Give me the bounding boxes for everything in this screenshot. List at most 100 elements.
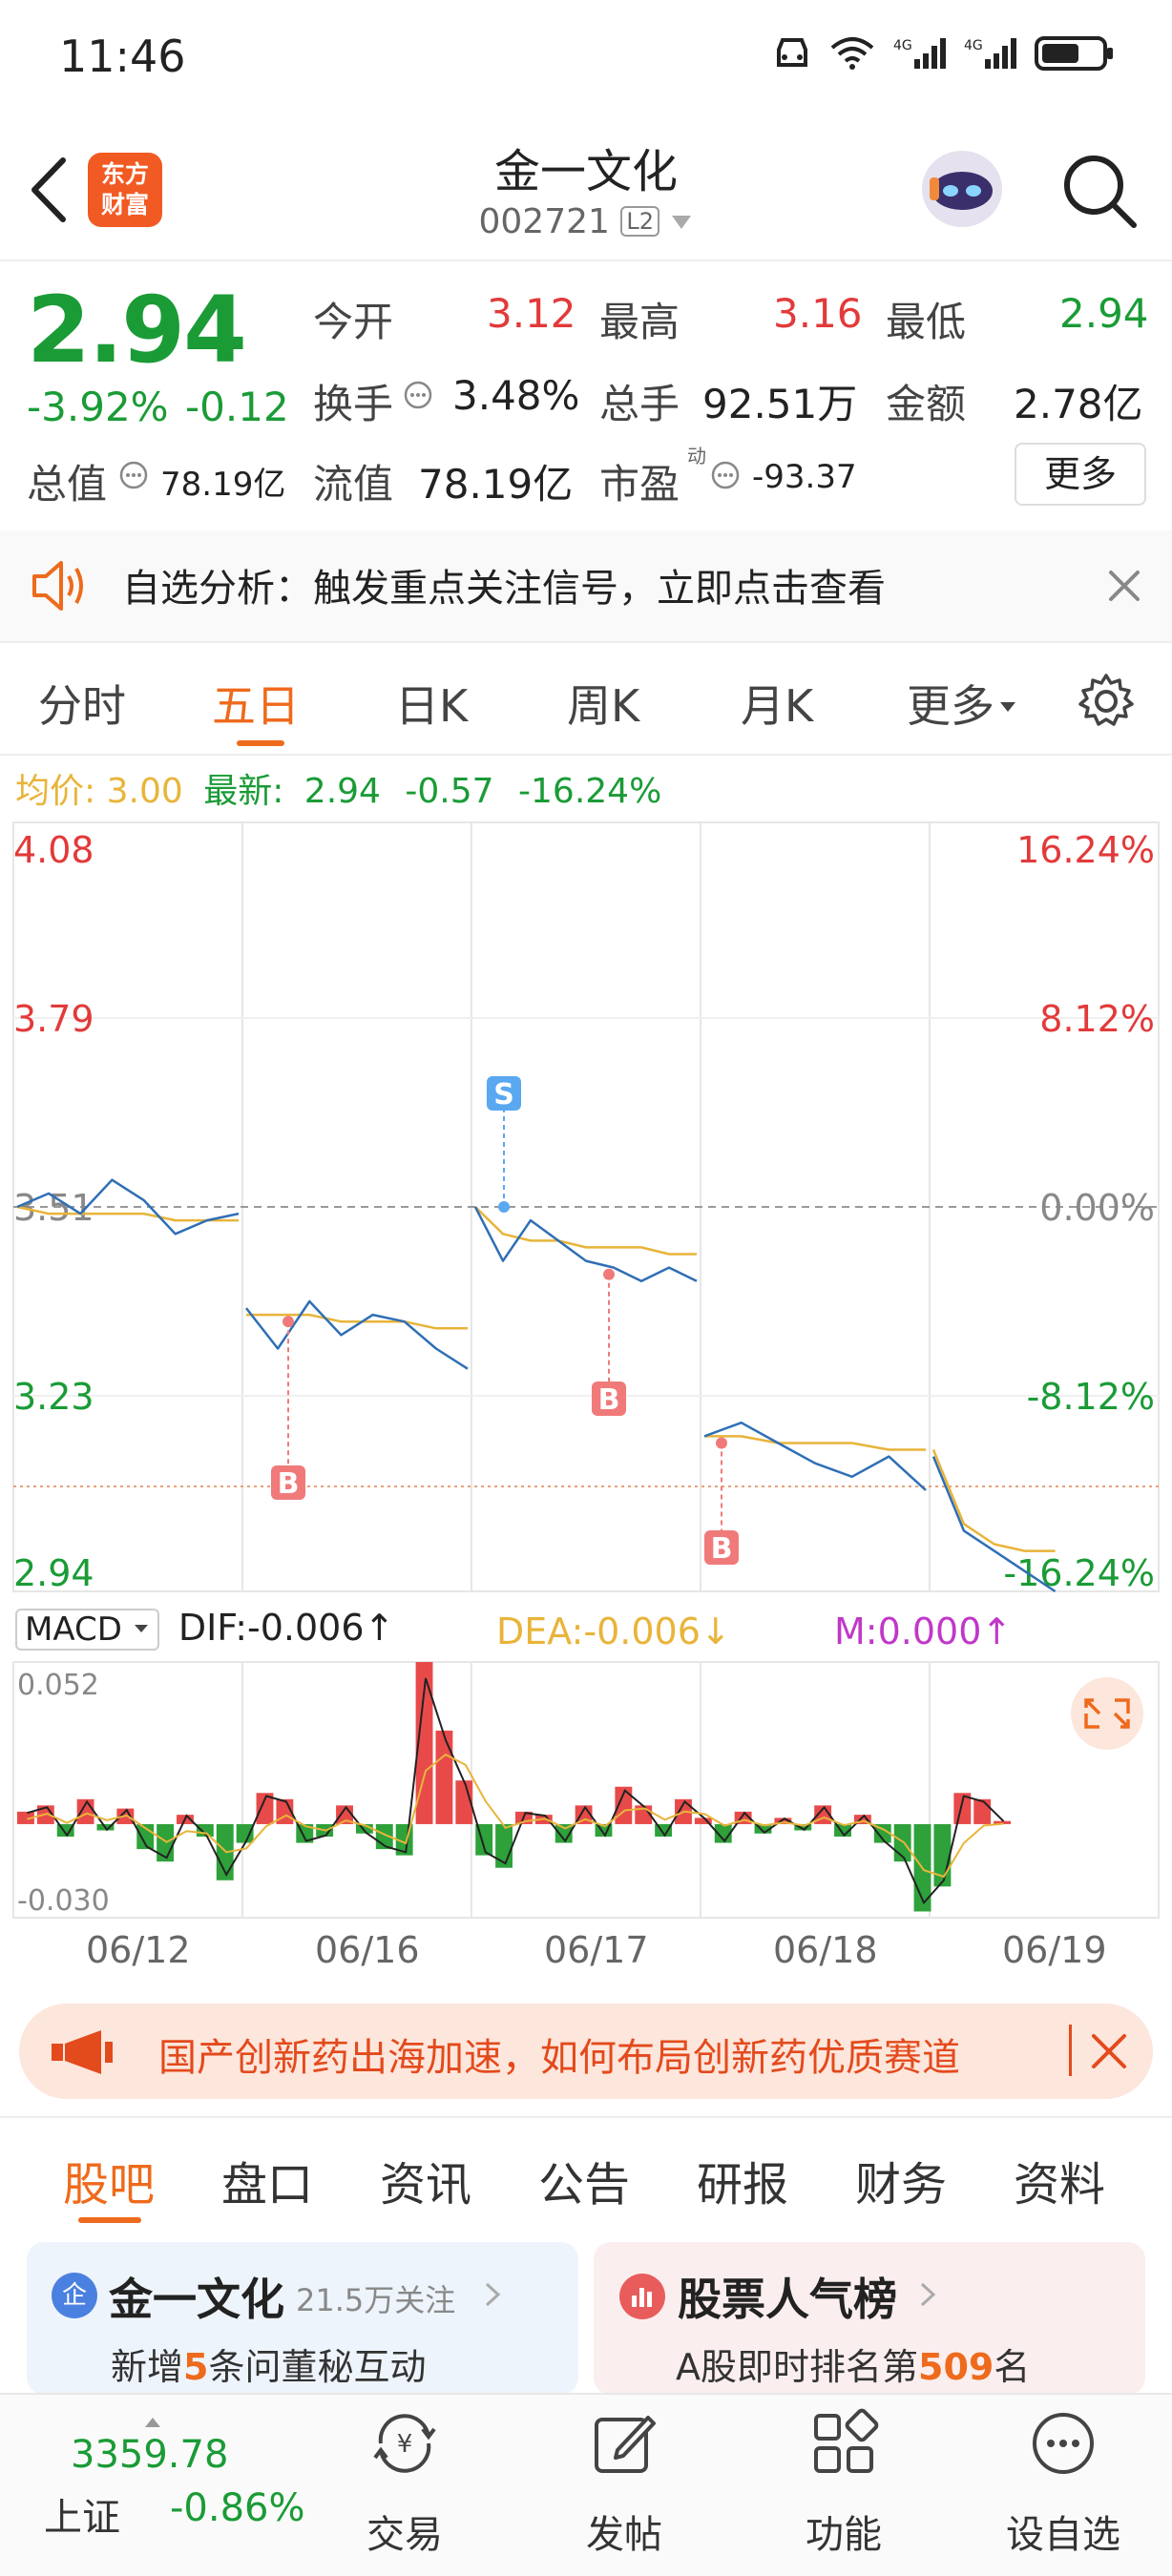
nav-label: 功能 (806, 2513, 882, 2557)
macd-chart[interactable]: 0.052 -0.030 (0, 1658, 1172, 1925)
macd-min-label: -0.030 (17, 1884, 110, 1918)
active-tab-indicator (237, 740, 284, 746)
nav-label: 发帖 (586, 2513, 662, 2557)
buy-marker-label: B (598, 1383, 620, 1417)
chevron-right-icon (920, 2282, 936, 2307)
level2-badge: L2 (620, 206, 660, 237)
nav-post[interactable]: 发帖 (548, 2408, 701, 2557)
banner-text: 国产创新药出海加速，如何布局创新药优质赛道 (158, 2036, 960, 2080)
latest-change: -0.57 (405, 772, 494, 811)
ranking-icon (619, 2274, 665, 2319)
macd-bar (435, 1730, 453, 1824)
popularity-card[interactable]: 股票人气榜 A股即时排名第509名 (594, 2242, 1145, 2395)
x-label: 06/19 (1002, 1929, 1107, 1971)
robot-assistant-icon[interactable] (916, 139, 1008, 235)
card-subtitle: A股即时排名第509名 (676, 2337, 1030, 2390)
settings-gear-icon[interactable] (1077, 672, 1136, 731)
speaker-icon (32, 561, 83, 611)
tab-monthly-k[interactable]: 月K (741, 672, 813, 735)
more-quote-button[interactable]: 更多 (1015, 443, 1146, 506)
macd-dif-line (27, 1677, 1005, 1905)
latest-value: 2.94 (303, 772, 381, 811)
volume-label: 总手 (599, 381, 680, 427)
tab-intraday[interactable]: 分时 (38, 672, 126, 735)
info-icon[interactable] (403, 380, 433, 410)
tab-profile[interactable]: 资料 (1014, 2147, 1105, 2213)
promo-banner[interactable]: 国产创新药出海加速，如何布局创新药优质赛道 (19, 2004, 1153, 2099)
pe-info-icon[interactable] (710, 460, 741, 490)
caret-down-icon (1000, 702, 1015, 712)
nav-functions[interactable]: 功能 (767, 2408, 920, 2557)
status-bar: 11:46 4G 4G (0, 0, 1172, 114)
tab-research[interactable]: 研报 (697, 2147, 788, 2213)
analysis-notice[interactable]: 自选分析：触发重点关注信号，立即点击查看 (0, 530, 1172, 641)
macd-selector[interactable]: MACD (15, 1609, 159, 1651)
pe-label: 市盈 (599, 461, 680, 508)
mktcap-info-icon[interactable] (118, 460, 149, 490)
macd-bar (973, 1798, 992, 1824)
turnover-label: 换手 (313, 381, 394, 427)
card-sub-pre: A股即时排名第 (676, 2346, 918, 2388)
svg-text:¥: ¥ (397, 2430, 413, 2459)
y-tick-label: 4.08 (13, 829, 94, 871)
index-ticker[interactable]: 3359.78 上证 -0.86% (38, 2395, 324, 2576)
sell-marker-label: S (493, 1078, 514, 1111)
avg-label: 均价: (15, 772, 96, 811)
index-name: 上证 (44, 2496, 120, 2540)
y-pct-tick-label: 0.00% (1039, 1187, 1155, 1229)
search-icon[interactable] (1059, 151, 1140, 231)
grid-functions-icon (814, 2408, 879, 2473)
tab-weekly-k[interactable]: 周K (567, 672, 639, 735)
wifi-icon (830, 37, 874, 70)
close-icon[interactable] (1090, 2032, 1128, 2070)
tab-daily-k[interactable]: 日K (395, 672, 468, 735)
macd-m: M:0.000↑ (834, 1610, 1013, 1652)
svg-text:4G: 4G (964, 38, 983, 53)
close-icon[interactable] (1107, 569, 1141, 603)
more-dots-icon (1033, 2413, 1094, 2474)
card-sub-post: 名 (994, 2346, 1031, 2388)
tab-finance[interactable]: 财务 (855, 2147, 947, 2213)
signal-4g-icon-2: 4G (964, 38, 1016, 69)
tab-announcements[interactable]: 公告 (538, 2147, 630, 2213)
card-sub-num: 5 (183, 2346, 209, 2388)
tab-more[interactable]: 更多 (907, 672, 1017, 735)
card-subtitle: 新增5条问董秘互动 (111, 2337, 426, 2390)
avg-value: 3.00 (106, 772, 183, 811)
nav-trade[interactable]: ¥ 交易 (328, 2408, 481, 2557)
buy-marker-label: B (278, 1467, 300, 1501)
expand-icon[interactable] (1071, 1677, 1143, 1750)
high-label: 最高 (599, 299, 680, 345)
card-sub-num: 509 (918, 2346, 994, 2388)
avg-price-line (474, 1206, 697, 1256)
signal-4g-icon: 4G (893, 38, 946, 69)
app-root: 11:46 4G 4G 东方 财富 金一文化 002721 L2 2.94 -3… (0, 0, 1172, 2576)
y-pct-tick-label: -8.12% (1027, 1376, 1155, 1418)
buy-marker-dot (283, 1316, 294, 1328)
buy-marker-dot (603, 1268, 615, 1280)
battery-icon (1035, 36, 1113, 71)
header-divider (0, 260, 1172, 261)
caret-up-icon (145, 2418, 160, 2427)
chevron-right-icon (485, 2282, 501, 2307)
macd-frame (12, 1661, 1160, 1919)
x-label: 06/17 (544, 1929, 649, 1971)
tab-five-day[interactable]: 五日 (212, 672, 300, 735)
amount-value: 2.78亿 (1014, 381, 1143, 427)
info-tabs: 股吧 盘口 资讯 公告 研报 财务 资料 (0, 2137, 1172, 2233)
sell-marker-dot (498, 1201, 510, 1213)
stock-forum-card[interactable]: 企 金一文化 21.5万关注 新增5条问董秘互动 (27, 2242, 578, 2395)
five-day-price-chart[interactable]: 4.08 16.24%3.79 8.12%3.51 0.00%3.23 -8.12%2.… (0, 819, 1172, 1601)
low-value: 2.94 (1059, 290, 1149, 337)
tab-pankou[interactable]: 盘口 (221, 2147, 313, 2213)
current-price: 2.94 (27, 277, 247, 384)
tab-guba[interactable]: 股吧 (63, 2147, 155, 2213)
tab-news[interactable]: 资讯 (380, 2147, 471, 2213)
price-line (703, 1421, 927, 1491)
followers-count: 21.5万关注 (296, 2282, 456, 2318)
pe-value: -93.37 (752, 458, 857, 496)
card-title: 股票人气榜 (678, 2274, 897, 2325)
pe-superscript: 动 (687, 445, 706, 467)
latest-change-pct: -16.24% (518, 772, 662, 811)
nav-add-watchlist[interactable]: 设自选 (987, 2408, 1140, 2557)
